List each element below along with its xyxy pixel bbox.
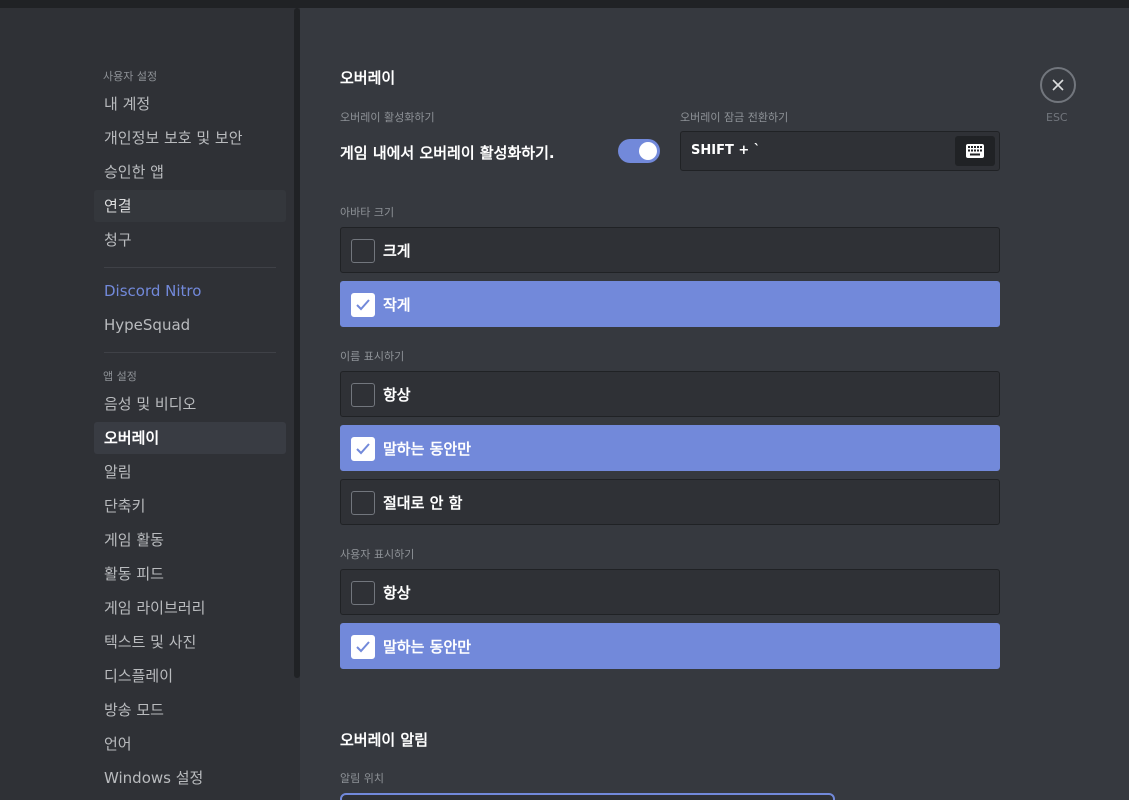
avatar-size-option-small[interactable]: 작게 <box>340 281 1000 327</box>
sidebar-item-nitro[interactable]: Discord Nitro <box>94 275 286 307</box>
sidebar-item-billing[interactable]: 청구 <box>94 224 286 256</box>
app-settings-header: 앱 설정 <box>103 370 137 383</box>
option-label: 말하는 동안만 <box>383 440 472 458</box>
sidebar-scrollbar[interactable] <box>294 8 300 678</box>
sidebar-item-voice-video[interactable]: 음성 및 비디오 <box>94 388 286 420</box>
sidebar-item-connections[interactable]: 연결 <box>94 190 286 222</box>
sidebar-item-language[interactable]: 언어 <box>94 728 286 760</box>
sidebar-item-game-activity[interactable]: 게임 활동 <box>94 524 286 556</box>
sidebar-item-keybinds[interactable]: 단축키 <box>94 490 286 522</box>
checkbox[interactable] <box>351 383 375 407</box>
sidebar-item-text-images[interactable]: 텍스트 및 사진 <box>94 626 286 658</box>
checkmark-icon <box>356 299 370 311</box>
checkmark-icon <box>356 641 370 653</box>
checkbox[interactable] <box>351 635 375 659</box>
option-label: 말하는 동안만 <box>383 638 472 656</box>
checkbox[interactable] <box>351 437 375 461</box>
user-settings-header: 사용자 설정 <box>103 70 158 83</box>
enable-overlay-toggle[interactable] <box>618 139 660 163</box>
checkbox[interactable] <box>351 581 375 605</box>
option-label: 크게 <box>383 242 411 260</box>
checkbox[interactable] <box>351 239 375 263</box>
option-label: 항상 <box>383 386 411 404</box>
sidebar-item-privacy[interactable]: 개인정보 보호 및 보안 <box>94 122 286 154</box>
option-label: 작게 <box>383 296 411 314</box>
enable-overlay-label: 오버레이 활성화하기 <box>340 111 435 124</box>
close-button[interactable] <box>1040 67 1076 103</box>
sidebar-item-appearance[interactable]: 디스플레이 <box>94 660 286 692</box>
sidebar-item-windows-settings[interactable]: Windows 설정 <box>94 762 286 794</box>
esc-label: ESC <box>1046 111 1068 124</box>
option-label: 절대로 안 함 <box>383 494 463 512</box>
overlay-lock-label: 오버레이 잠금 전환하기 <box>680 111 789 124</box>
avatar-size-label: 아바타 크기 <box>340 206 395 219</box>
show-users-label: 사용자 표시하기 <box>340 548 415 561</box>
sidebar-item-hypesquad[interactable]: HypeSquad <box>94 309 286 341</box>
checkbox[interactable] <box>351 293 375 317</box>
show-names-option-never[interactable]: 절대로 안 함 <box>340 479 1000 525</box>
page-title: 오버레이 <box>340 69 396 87</box>
sidebar-divider <box>104 267 276 268</box>
overlay-lock-keybind-input[interactable]: SHIFT + ` <box>680 131 1000 171</box>
sidebar-item-activity-feed[interactable]: 활동 피드 <box>94 558 286 590</box>
show-names-option-always[interactable]: 항상 <box>340 371 1000 417</box>
keybind-value: SHIFT + ` <box>691 143 761 158</box>
sidebar-item-notifications[interactable]: 알림 <box>94 456 286 488</box>
avatar-size-option-large[interactable]: 크게 <box>340 227 1000 273</box>
sidebar-item-my-account[interactable]: 내 계정 <box>94 88 286 120</box>
show-names-label: 이름 표시하기 <box>340 350 405 363</box>
sidebar-item-streamer-mode[interactable]: 방송 모드 <box>94 694 286 726</box>
sidebar-item-overlay[interactable]: 오버레이 <box>94 422 286 454</box>
option-label: 항상 <box>383 584 411 602</box>
show-users-option-always[interactable]: 항상 <box>340 569 1000 615</box>
sidebar-divider <box>104 352 276 353</box>
notification-position-selector[interactable] <box>340 793 835 800</box>
toggle-knob <box>639 142 657 160</box>
show-users-option-while-speaking[interactable]: 말하는 동안만 <box>340 623 1000 669</box>
keyboard-icon <box>966 144 984 158</box>
close-icon <box>1052 79 1064 91</box>
notification-position-label: 알림 위치 <box>340 772 384 785</box>
checkmark-icon <box>356 443 370 455</box>
record-keybind-button[interactable] <box>955 136 995 166</box>
sidebar-item-game-library[interactable]: 게임 라이브러리 <box>94 592 286 624</box>
title-bar <box>0 0 1129 8</box>
enable-overlay-text: 게임 내에서 오버레이 활성화하기. <box>340 144 555 162</box>
sidebar-item-authorized-apps[interactable]: 승인한 앱 <box>94 156 286 188</box>
checkbox[interactable] <box>351 491 375 515</box>
overlay-notifications-title: 오버레이 알림 <box>340 731 429 749</box>
show-names-option-while-speaking[interactable]: 말하는 동안만 <box>340 425 1000 471</box>
